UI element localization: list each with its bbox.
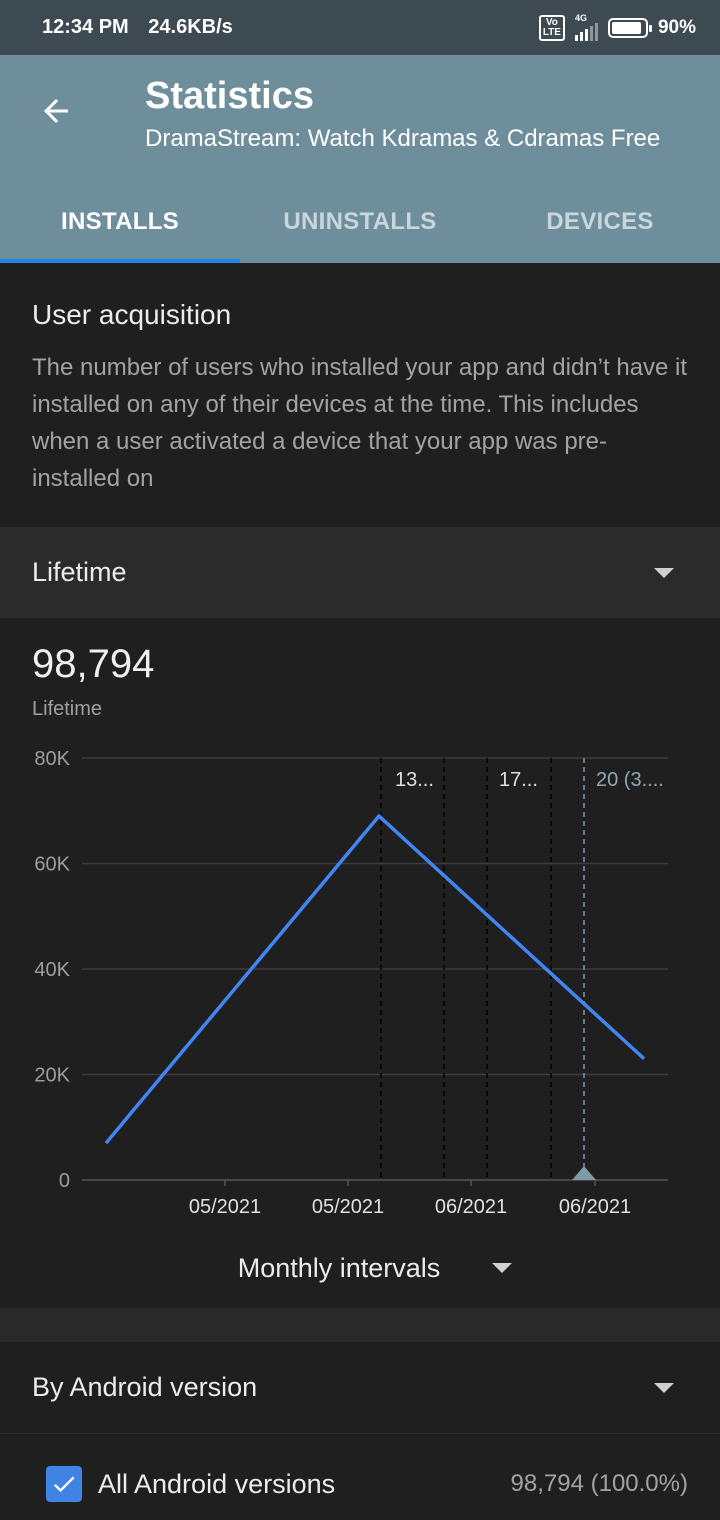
android-version-section: By Android version All Android versions … [0,1342,720,1520]
tab-bar: INSTALLS UNINSTALLS DEVICES [0,180,720,263]
app-name-subtitle: DramaStream: Watch Kdramas & Cdramas Fre… [145,125,661,152]
signal-icon: 4G [574,14,598,41]
section-description: The number of users who installed your a… [32,354,688,492]
volte-icon: Vo LTE [538,14,565,41]
tab-devices[interactable]: DEVICES [480,180,720,263]
interval-dropdown[interactable]: Monthly intervals [0,1238,720,1298]
all-versions-checkbox[interactable] [46,1466,82,1502]
y-tick-label: 60K [34,854,70,876]
interval-dropdown-value: Monthly intervals [237,1252,441,1283]
marker-annotation: 17... [499,769,538,791]
chart-card: 98,794 Lifetime 0 20K 40K 60K 80K 13... 17... 2… [0,618,720,1308]
network-speed: 24.6KB/s [148,16,233,38]
y-tick-label: 0 [59,1170,70,1192]
range-dropdown-value: Lifetime [32,557,127,587]
battery-icon [607,17,652,38]
row-label: All Android versions [98,1468,336,1499]
x-tick-label: 05/2021 [189,1196,261,1218]
y-tick-label: 20K [34,1065,70,1087]
list-item[interactable]: All Android versions 98,794 (100.0%) [0,1454,720,1514]
row-value: 98,794 (100.0%) [510,1470,688,1497]
status-right: Vo LTE 4G 90% [538,14,696,41]
y-tick-label: 80K [34,748,70,770]
marker-annotation: 20 (3.... [596,769,664,791]
section-divider [0,1308,720,1342]
battery-percent: 90% [657,16,696,38]
x-tick-label: 05/2021 [312,1196,384,1218]
y-tick-label: 40K [34,959,70,981]
back-button[interactable] [30,85,82,137]
status-left: 12:34 PM 24.6KB/s [42,16,247,39]
installs-series-line [104,814,646,1145]
marker-annotation: 13... [395,769,434,791]
page-title: Statistics [145,75,314,117]
app-bar: Statistics DramaStream: Watch Kdramas & … [0,55,720,263]
user-acquisition-section: User acquisition The number of users who… [0,263,720,527]
dropdown-arrow-icon [492,1263,513,1273]
range-dropdown[interactable]: Lifetime [0,527,720,618]
x-tick-label: 06/2021 [559,1196,631,1218]
installs-line-chart[interactable]: 0 20K 40K 60K 80K 13... 17... 20 (3.... 05/2021 0… [0,618,720,1238]
status-bar: 12:34 PM 24.6KB/s Vo LTE 4G 90% [0,0,720,55]
dropdown-arrow-icon [654,567,674,578]
section-heading: User acquisition [32,299,232,330]
status-time: 12:34 PM [42,16,129,38]
x-tick-label: 06/2021 [435,1196,507,1218]
checkmark-icon [53,1476,75,1493]
tab-uninstalls[interactable]: UNINSTALLS [240,180,480,263]
selected-marker-handle [572,1166,596,1180]
arrow-left-icon [44,99,68,123]
tab-installs[interactable]: INSTALLS [0,180,240,263]
android-version-heading: By Android version [32,1372,258,1402]
dropdown-arrow-icon [654,1382,674,1393]
android-version-dropdown[interactable]: By Android version [0,1342,720,1434]
